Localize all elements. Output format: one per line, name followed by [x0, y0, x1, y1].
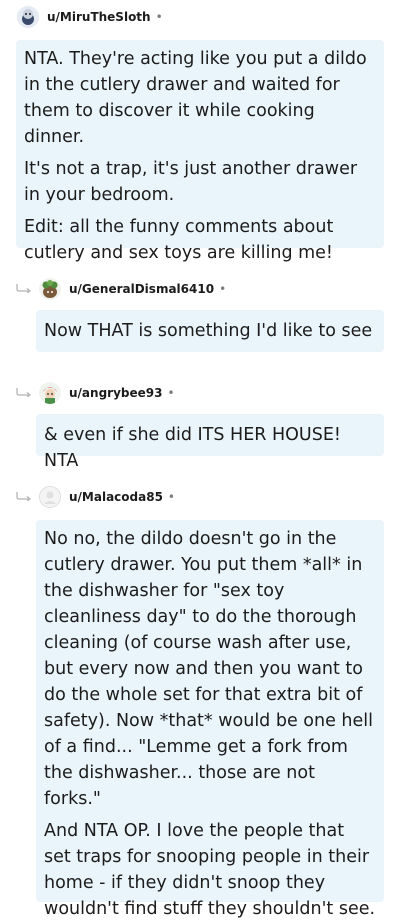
comment-body: & even if she did ITS HER HOUSE! NTA — [36, 414, 384, 471]
comment-body: No no, the dildo doesn't go in the cutle… — [36, 520, 384, 919]
comment-paragraph: It's not a trap, it's just another drawe… — [24, 159, 358, 205]
username[interactable]: u/GeneralDismal6410 — [69, 282, 214, 296]
comment-body: Now THAT is something I'd like to see — [36, 310, 384, 352]
comment-header: u/GeneralDismal6410 • — [39, 278, 226, 300]
username[interactable]: u/MiruTheSloth — [47, 10, 151, 24]
comment-header: u/Malacoda85 • — [39, 486, 175, 508]
comment-paragraph: Now THAT is something I'd like to see — [44, 321, 373, 341]
plant-avatar-icon[interactable] — [39, 278, 61, 300]
comment-paragraph: & even if she did ITS HER HOUSE! NTA — [44, 425, 341, 471]
comment-body: NTA. They're acting like you put a dildo… — [16, 40, 384, 263]
separator-dot: • — [167, 386, 175, 400]
separator-dot: • — [167, 490, 175, 504]
comment-header: u/angrybee93 • — [39, 382, 175, 404]
comment-header: u/MiruTheSloth • — [17, 6, 163, 28]
reply-arrow-icon — [16, 388, 32, 397]
comment-paragraph: No no, the dildo doesn't go in the cutle… — [44, 529, 374, 809]
comment-paragraph: Edit: all the funny comments about cutle… — [24, 217, 334, 263]
red-hair-avatar-icon[interactable] — [39, 382, 61, 404]
comment-paragraph: And NTA OP. I love the people that set t… — [44, 821, 376, 919]
reply-arrow-icon — [16, 492, 32, 501]
comment-paragraph: NTA. They're acting like you put a dildo… — [24, 49, 367, 147]
default-avatar-icon[interactable] — [39, 486, 61, 508]
username[interactable]: u/angrybee93 — [69, 386, 162, 400]
username[interactable]: u/Malacoda85 — [69, 490, 163, 504]
separator-dot: • — [155, 10, 163, 24]
sloth-avatar-icon[interactable] — [17, 6, 39, 28]
reply-arrow-icon — [16, 284, 32, 293]
separator-dot: • — [219, 282, 227, 296]
